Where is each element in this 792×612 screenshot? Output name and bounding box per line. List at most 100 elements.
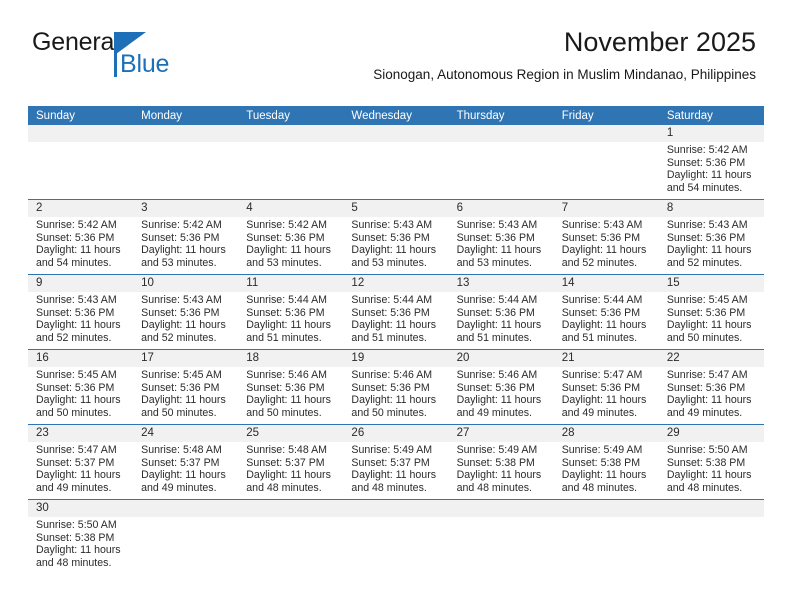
day-cell-4[interactable]: Sunrise: 5:42 AM Sunset: 5:36 PM Daylight:… [238,217,343,274]
day-cell-9[interactable]: Sunrise: 5:43 AM Sunset: 5:36 PM Daylight:… [28,292,133,349]
day-cell-6[interactable]: Sunrise: 5:43 AM Sunset: 5:36 PM Daylight:… [449,217,554,274]
day-number-17[interactable]: 17 [133,350,238,367]
day-cell-1[interactable]: Sunrise: 5:42 AM Sunset: 5:36 PM Daylight:… [659,142,764,199]
day-number-12[interactable]: 12 [343,275,448,292]
day-info-line: Sunrise: 5:49 AM [456,444,538,456]
day-cell-11[interactable]: Sunrise: 5:44 AM Sunset: 5:36 PM Daylight:… [238,292,343,349]
day-info-band: Sunrise: 5:45 AM Sunset: 5:36 PM Daylight:… [28,367,764,424]
general-blue-logo[interactable]: General Blue [32,30,202,88]
calendar-week-row: 30 Sunrise: 5:50 AM Sunset: 5:38 PM Dayligh… [28,500,764,587]
day-cell-8[interactable]: Sunrise: 5:43 AM Sunset: 5:36 PM Daylight:… [659,217,764,274]
day-number-22[interactable]: 22 [659,350,764,367]
day-info-line: Sunrise: 5:43 AM [351,219,433,231]
day-info-band: Sunrise: 5:50 AM Sunset: 5:38 PM Daylight:… [28,517,764,587]
day-number-13[interactable]: 13 [449,275,554,292]
day-cell-30[interactable]: Sunrise: 5:50 AM Sunset: 5:38 PM Daylight:… [28,517,133,587]
day-cell-28[interactable]: Sunrise: 5:49 AM Sunset: 5:38 PM Daylight:… [554,442,659,499]
day-cell-24[interactable]: Sunrise: 5:48 AM Sunset: 5:37 PM Daylight:… [133,442,238,499]
day-cell-18[interactable]: Sunrise: 5:46 AM Sunset: 5:36 PM Daylight:… [238,367,343,424]
day-info-band: Sunrise: 5:42 AM Sunset: 5:36 PM Daylight:… [28,142,764,199]
day-info-line: Daylight: 11 hours [456,319,542,332]
day-cell-12[interactable]: Sunrise: 5:44 AM Sunset: 5:36 PM Daylight:… [343,292,448,349]
day-info-line: and 48 minutes. [351,481,427,494]
day-info-line: Sunrise: 5:45 AM [666,294,748,306]
day-number-16[interactable]: 16 [28,350,133,367]
day-cell-empty [343,517,448,587]
day-cell-7[interactable]: Sunrise: 5:43 AM Sunset: 5:36 PM Daylight:… [554,217,659,274]
day-number-8[interactable]: 8 [659,200,764,217]
day-number-25[interactable]: 25 [238,425,343,442]
day-cell-3[interactable]: Sunrise: 5:42 AM Sunset: 5:36 PM Daylight:… [133,217,238,274]
day-number-6[interactable]: 6 [449,200,554,217]
day-info-line: and 49 minutes. [456,406,532,419]
day-info-line: and 52 minutes. [561,256,638,269]
day-info-line: Daylight: 11 hours [666,319,752,332]
day-cell-10[interactable]: Sunrise: 5:43 AM Sunset: 5:36 PM Daylight:… [133,292,238,349]
day-info-line: Daylight: 11 hours [561,319,647,332]
day-cell-17[interactable]: Sunrise: 5:45 AM Sunset: 5:36 PM Daylight:… [133,367,238,424]
day-cell-16[interactable]: Sunrise: 5:45 AM Sunset: 5:36 PM Daylight:… [28,367,133,424]
day-number-band: 23 24 25 26 27 28 29 [28,425,764,442]
day-cell-26[interactable]: Sunrise: 5:49 AM Sunset: 5:37 PM Daylight:… [343,442,448,499]
day-number-3[interactable]: 3 [133,200,238,217]
day-number-30[interactable]: 30 [28,500,133,517]
day-number-4[interactable]: 4 [238,200,343,217]
day-cell-22[interactable]: Sunrise: 5:47 AM Sunset: 5:36 PM Daylight:… [659,367,764,424]
day-cell-20[interactable]: Sunrise: 5:46 AM Sunset: 5:36 PM Daylight:… [449,367,554,424]
day-number-27[interactable]: 27 [449,425,554,442]
day-cell-14[interactable]: Sunrise: 5:44 AM Sunset: 5:36 PM Daylight:… [554,292,659,349]
day-info-line: and 49 minutes. [561,406,638,419]
day-info-line: Sunrise: 5:43 AM [141,294,222,306]
day-cell-15[interactable]: Sunrise: 5:45 AM Sunset: 5:36 PM Daylight:… [659,292,764,349]
day-info-band: Sunrise: 5:42 AM Sunset: 5:36 PM Daylight:… [28,217,764,274]
day-cell-23[interactable]: Sunrise: 5:47 AM Sunset: 5:37 PM Daylight:… [28,442,133,499]
day-number-24[interactable]: 24 [133,425,238,442]
day-cell-29[interactable]: Sunrise: 5:50 AM Sunset: 5:38 PM Daylight:… [659,442,764,499]
day-info-line: and 49 minutes. [36,481,112,494]
day-number-29[interactable]: 29 [659,425,764,442]
day-info-line: Sunrise: 5:42 AM [666,144,748,156]
day-cell-25[interactable]: Sunrise: 5:48 AM Sunset: 5:37 PM Daylight:… [238,442,343,499]
day-number-band: 2345678 [28,200,764,217]
day-cell-27[interactable]: Sunrise: 5:49 AM Sunset: 5:38 PM Daylight:… [449,442,554,499]
day-number-1[interactable]: 1 [659,125,764,142]
day-number-2[interactable]: 2 [28,200,133,217]
calendar-page: General Blue November 2025 Sionogan, Aut… [0,0,792,612]
day-info-line: and 48 minutes. [561,481,638,494]
day-number-11[interactable]: 11 [238,275,343,292]
day-number-14[interactable]: 14 [554,275,659,292]
day-number-20[interactable]: 20 [449,350,554,367]
day-cell-13[interactable]: Sunrise: 5:44 AM Sunset: 5:36 PM Daylight:… [449,292,554,349]
day-info-line: Sunset: 5:37 PM [36,456,115,469]
day-info-line: Sunset: 5:36 PM [351,231,430,244]
day-cell-21[interactable]: Sunrise: 5:47 AM Sunset: 5:36 PM Daylight:… [554,367,659,424]
day-number-21[interactable]: 21 [554,350,659,367]
day-info-line: and 52 minutes. [141,331,217,344]
day-number-5[interactable]: 5 [343,200,448,217]
day-cell-2[interactable]: Sunrise: 5:42 AM Sunset: 5:36 PM Daylight:… [28,217,133,274]
day-number-15[interactable]: 15 [659,275,764,292]
day-number-7[interactable]: 7 [554,200,659,217]
day-number-19[interactable]: 19 [343,350,448,367]
day-info-line: and 53 minutes. [351,256,427,269]
day-cell-5[interactable]: Sunrise: 5:43 AM Sunset: 5:36 PM Daylight:… [343,217,448,274]
day-number-band: 30 [28,500,764,517]
day-info-band: Sunrise: 5:47 AM Sunset: 5:37 PM Daylight:… [28,442,764,499]
day-info-line: Sunset: 5:36 PM [246,231,325,244]
day-info-line: Daylight: 11 hours [246,244,331,257]
day-number-band: 16 17 18 19 20 21 22 [28,350,764,367]
day-info-line: Daylight: 11 hours [561,244,647,257]
weekday-header-saturday: Saturday [666,110,713,122]
day-info-line: Daylight: 11 hours [666,469,752,482]
day-number-26[interactable]: 26 [343,425,448,442]
day-number-23[interactable]: 23 [28,425,133,442]
day-number-10[interactable]: 10 [133,275,238,292]
day-number-9[interactable]: 9 [28,275,133,292]
day-info-line: Sunset: 5:36 PM [456,231,535,244]
day-number-28[interactable]: 28 [554,425,659,442]
day-number-empty [554,500,659,517]
day-number-18[interactable]: 18 [238,350,343,367]
day-cell-19[interactable]: Sunrise: 5:46 AM Sunset: 5:36 PM Daylight:… [343,367,448,424]
day-info-line: Daylight: 11 hours [36,244,121,257]
day-info-line: Sunrise: 5:43 AM [36,294,117,306]
